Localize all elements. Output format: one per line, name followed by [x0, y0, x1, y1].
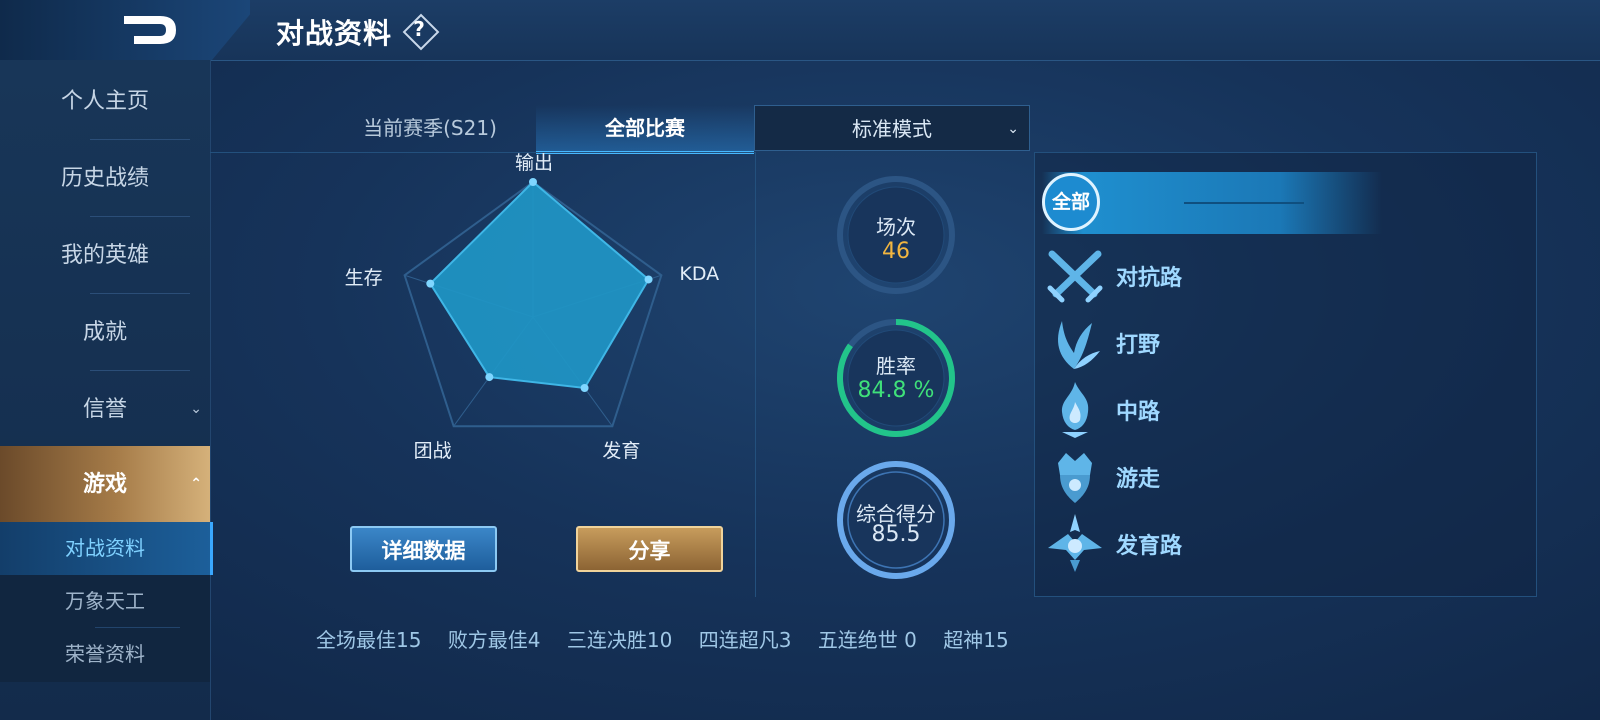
radar-point — [529, 178, 537, 186]
chevron-up-icon: ⌃ — [190, 476, 202, 492]
radar-point — [580, 383, 589, 392]
sidebar-subitem-battle-data[interactable]: 对战资料 — [0, 522, 213, 575]
sidebar-item-history[interactable]: 历史战绩 — [0, 140, 210, 217]
radar-point — [644, 275, 653, 284]
sidebar-subitem-honor[interactable]: 荣誉资料 — [0, 628, 210, 681]
lane-label: 中路 — [1116, 400, 1161, 425]
sidebar-subitem-label: 万象天工 — [65, 589, 145, 613]
sidebar-item-label: 信誉 — [82, 397, 127, 422]
mode-select[interactable]: 标准模式 ⌄ — [754, 105, 1030, 151]
sidebar-subitem-label: 荣誉资料 — [65, 642, 145, 666]
stat-winrate-value: 84.8 % — [857, 378, 935, 403]
tab-season[interactable]: 当前赛季(S21) — [330, 105, 530, 151]
stat-score-value: 85.5 — [871, 522, 921, 547]
crossed-swords-icon — [1047, 250, 1103, 303]
sidebar-item-label: 游戏 — [82, 472, 127, 497]
radar-point — [485, 373, 494, 382]
stat-penta-kill: 五连绝世 0 — [817, 628, 917, 652]
page-title: 对战资料 — [276, 17, 393, 50]
radar-point — [426, 279, 435, 288]
sidebar-item-label: 历史战绩 — [60, 166, 149, 191]
chevron-down-icon: ⌄ — [1007, 121, 1019, 137]
back-arrow-icon — [124, 16, 176, 44]
stat-winrate-label: 胜率 — [876, 354, 916, 378]
radar-label-output: 输出 — [515, 152, 554, 174]
tab-all-matches[interactable]: 全部比赛 — [536, 105, 754, 154]
top-bar: 对战资料 ? — [0, 0, 1600, 61]
lane-jungle[interactable]: 打野 — [1044, 311, 1344, 373]
stat-score: 综合得分 85.5 — [834, 458, 958, 582]
sidebar-sublist: 对战资料 万象天工 荣誉资料 — [0, 522, 213, 682]
sidebar-item-achievements[interactable]: 成就 — [0, 294, 210, 371]
radar-label-survival: 生存 — [344, 267, 383, 290]
lane-label: 发育路 — [1116, 534, 1183, 559]
stat-games-value: 46 — [882, 239, 910, 264]
stat-triple-kill: 三连决胜10 — [566, 628, 673, 652]
chevron-down-icon: ⌄ — [190, 401, 202, 417]
arrow-crest-icon — [1048, 514, 1102, 572]
sidebar-item-credit[interactable]: 信誉 ⌄ — [0, 371, 210, 448]
sidebar-item-profile[interactable]: 个人主页 — [0, 63, 210, 140]
mode-select-value: 标准模式 — [852, 117, 932, 141]
radar-label-teamfight: 团战 — [413, 440, 452, 463]
sidebar-item-game[interactable]: 游戏 ⌃ — [0, 446, 210, 523]
lane-label: 打野 — [1116, 333, 1161, 358]
flame-icon — [1061, 382, 1089, 438]
sidebar-subitem-workshop[interactable]: 万象天工 — [0, 575, 210, 628]
lane-bottom[interactable]: 发育路 — [1044, 512, 1344, 574]
lane-all-button[interactable]: 全部 — [1042, 172, 1382, 234]
stat-games: 场次 46 — [834, 173, 958, 297]
lane-top[interactable]: 对抗路 — [1044, 244, 1344, 306]
lane-roam[interactable]: 游走 — [1044, 445, 1344, 507]
stat-quadra-kill: 四连超凡3 — [698, 628, 792, 652]
stat-games-label: 场次 — [876, 215, 916, 239]
sidebar-item-label: 成就 — [82, 320, 127, 345]
back-button[interactable] — [120, 10, 184, 50]
stat-winrate: 胜率 84.8 % — [834, 316, 958, 440]
stat-legendary: 超神15 — [943, 628, 1009, 652]
divider — [1184, 202, 1304, 204]
radar-label-kda: KDA — [679, 263, 720, 286]
share-button[interactable]: 分享 — [576, 526, 723, 572]
radar-value-area — [429, 180, 650, 390]
sidebar-item-heroes[interactable]: 我的英雄 — [0, 217, 210, 294]
sidebar-item-label: 个人主页 — [60, 89, 149, 114]
leaf-claw-icon — [1058, 321, 1100, 369]
divider — [755, 152, 756, 597]
crown-spirit-icon — [1058, 453, 1092, 503]
sidebar: 个人主页 历史战绩 我的英雄 成就 信誉 ⌄ 游戏 ⌃ 对战资料 万象天工 荣誉… — [0, 60, 213, 720]
lane-mid[interactable]: 中路 — [1044, 378, 1344, 440]
help-button[interactable]: ? — [402, 13, 440, 51]
sidebar-item-label: 我的英雄 — [60, 243, 149, 268]
achievement-stats: 全场最佳15 败方最佳4 三连决胜10 四连超凡3 五连绝世 0 超神15 — [316, 624, 1029, 653]
detail-data-button[interactable]: 详细数据 — [350, 526, 497, 572]
sidebar-subitem-label: 对战资料 — [65, 536, 145, 560]
lane-all-badge: 全部 — [1042, 173, 1100, 231]
stat-mvp: 全场最佳15 — [316, 628, 422, 652]
lane-label: 游走 — [1116, 467, 1161, 492]
stat-losing-mvp: 败方最佳4 — [447, 628, 541, 652]
radar-label-growth: 发育 — [602, 440, 641, 463]
lane-label: 对抗路 — [1116, 266, 1183, 291]
